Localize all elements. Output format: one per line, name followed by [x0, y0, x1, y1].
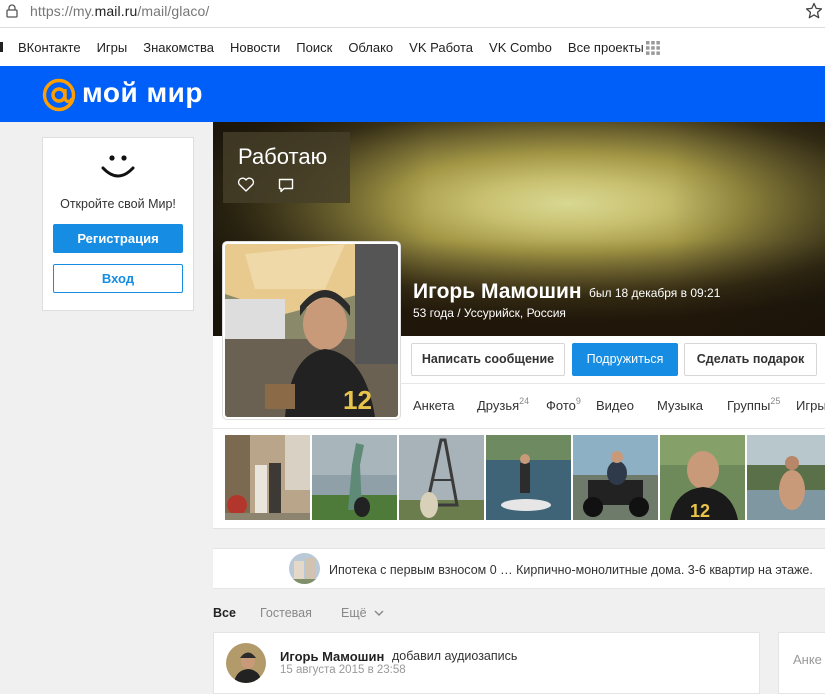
- feed-post: Игорь Мамошин добавил аудиозапись 15 авг…: [213, 632, 760, 694]
- avatar[interactable]: 12: [223, 242, 400, 419]
- nav-edge-marker: [0, 42, 3, 52]
- avatar-photo: 12: [225, 244, 398, 417]
- tab-label: Игры: [796, 398, 825, 413]
- login-button[interactable]: Вход: [53, 264, 183, 293]
- tab-music[interactable]: Музыка: [657, 398, 703, 413]
- url-domain: mail.ru: [94, 3, 138, 19]
- chevron-down-icon[interactable]: [374, 610, 384, 616]
- svg-text:12: 12: [690, 501, 710, 520]
- nav-item-search[interactable]: Поиск: [296, 40, 332, 55]
- bookmark-star-icon[interactable]: [805, 2, 823, 20]
- svg-text:12: 12: [343, 385, 372, 415]
- nav-item-all-projects[interactable]: Все проекты: [568, 40, 644, 55]
- post-author-name[interactable]: Игорь Мамошин: [280, 649, 384, 664]
- photo-thumb-street[interactable]: [225, 435, 310, 520]
- feed-tab-more[interactable]: Ещё: [341, 606, 367, 620]
- nav-item-news[interactable]: Новости: [230, 40, 280, 55]
- write-message-button[interactable]: Написать сообщение: [411, 343, 565, 376]
- tab-label: Друзья: [477, 398, 520, 413]
- feed-tab-all[interactable]: Все: [213, 606, 236, 620]
- ad-thumbnail: [289, 553, 320, 584]
- brand-header: мой мир: [0, 66, 825, 122]
- last-seen: был 18 декабря в 09:21: [589, 286, 721, 300]
- profile-status: Работаю: [238, 144, 328, 169]
- url-prefix: https://my.: [30, 3, 95, 19]
- nav-item-vk-combo[interactable]: VK Combo: [489, 40, 552, 55]
- side-widget: Анке: [778, 632, 825, 694]
- tab-label: Анкета: [413, 398, 455, 413]
- smiley-icon: [101, 155, 135, 178]
- ad-text: Ипотека с первым взносом 0 … Кирпично-мо…: [329, 563, 813, 577]
- photo-thumb-statue-of-liberty[interactable]: [312, 435, 397, 520]
- post-action: добавил аудиозапись: [392, 649, 518, 663]
- photo-thumb-atv[interactable]: [573, 435, 658, 520]
- tab-label: Группы: [727, 398, 771, 413]
- login-card: Откройте свой Мир! Регистрация Вход: [42, 137, 194, 311]
- mail-at-logo-icon[interactable]: [42, 78, 76, 112]
- url-path: /mail/glaco/: [137, 3, 210, 19]
- photo-thumb-eiffel-tower[interactable]: [399, 435, 484, 520]
- photo-thumb-lake-shore[interactable]: [747, 435, 825, 520]
- tab-groups[interactable]: Группы25: [727, 396, 781, 413]
- feed-tab-guestbook[interactable]: Гостевая: [260, 606, 312, 620]
- nav-item-vkontakte[interactable]: ВКонтакте: [18, 40, 81, 55]
- tab-profile[interactable]: Анкета: [413, 398, 455, 413]
- nav-item-dating[interactable]: Знакомства: [143, 40, 214, 55]
- tab-games[interactable]: Игры: [796, 398, 825, 413]
- tab-label: Видео: [596, 398, 634, 413]
- url-field[interactable]: https://my.mail.ru/mail/glaco/: [30, 3, 209, 19]
- nav-item-vk-work[interactable]: VK Работа: [409, 40, 473, 55]
- send-gift-button[interactable]: Сделать подарок: [684, 343, 817, 376]
- tab-friends[interactable]: Друзья24: [477, 396, 530, 413]
- nav-item-cloud[interactable]: Облако: [348, 40, 393, 55]
- tab-photos[interactable]: Фото9: [546, 396, 581, 413]
- photos-divider: [213, 428, 825, 429]
- tab-count: 25: [770, 396, 781, 406]
- lock-icon: [6, 4, 18, 18]
- register-button[interactable]: Регистрация: [53, 224, 183, 253]
- post-date[interactable]: 15 августа 2015 в 23:58: [280, 664, 406, 676]
- tabs-divider: [400, 383, 825, 384]
- browser-address-bar: https://my.mail.ru/mail/glaco/: [0, 0, 825, 28]
- status-box: Работаю: [223, 132, 350, 203]
- add-friend-button[interactable]: Подружиться: [572, 343, 678, 376]
- comment-icon[interactable]: [278, 178, 294, 193]
- nav-item-games[interactable]: Игры: [97, 40, 128, 55]
- tab-video[interactable]: Видео: [596, 398, 634, 413]
- tab-count: 24: [519, 396, 530, 406]
- brand-title[interactable]: мой мир: [82, 77, 203, 109]
- ad-banner[interactable]: Ипотека с первым взносом 0 … Кирпично-мо…: [213, 548, 825, 589]
- side-widget-label: Анке: [793, 652, 822, 667]
- login-prompt: Откройте свой Мир!: [60, 197, 176, 211]
- heart-icon[interactable]: [237, 177, 255, 192]
- portal-navigation: ВКонтакте Игры Знакомства Новости Поиск …: [0, 28, 825, 67]
- photo-thumb-football-jersey[interactable]: 12: [660, 435, 745, 520]
- photo-thumb-jet-ski[interactable]: [486, 435, 571, 520]
- tab-label: Музыка: [657, 398, 703, 413]
- post-author-avatar[interactable]: [226, 643, 266, 683]
- tab-label: Фото: [546, 398, 576, 413]
- profile-meta: 53 года / Уссурийск, Россия: [413, 306, 566, 320]
- tab-count: 9: [575, 396, 581, 406]
- profile-name[interactable]: Игорь Мамошин: [413, 280, 582, 304]
- apps-grid-icon[interactable]: [646, 41, 660, 55]
